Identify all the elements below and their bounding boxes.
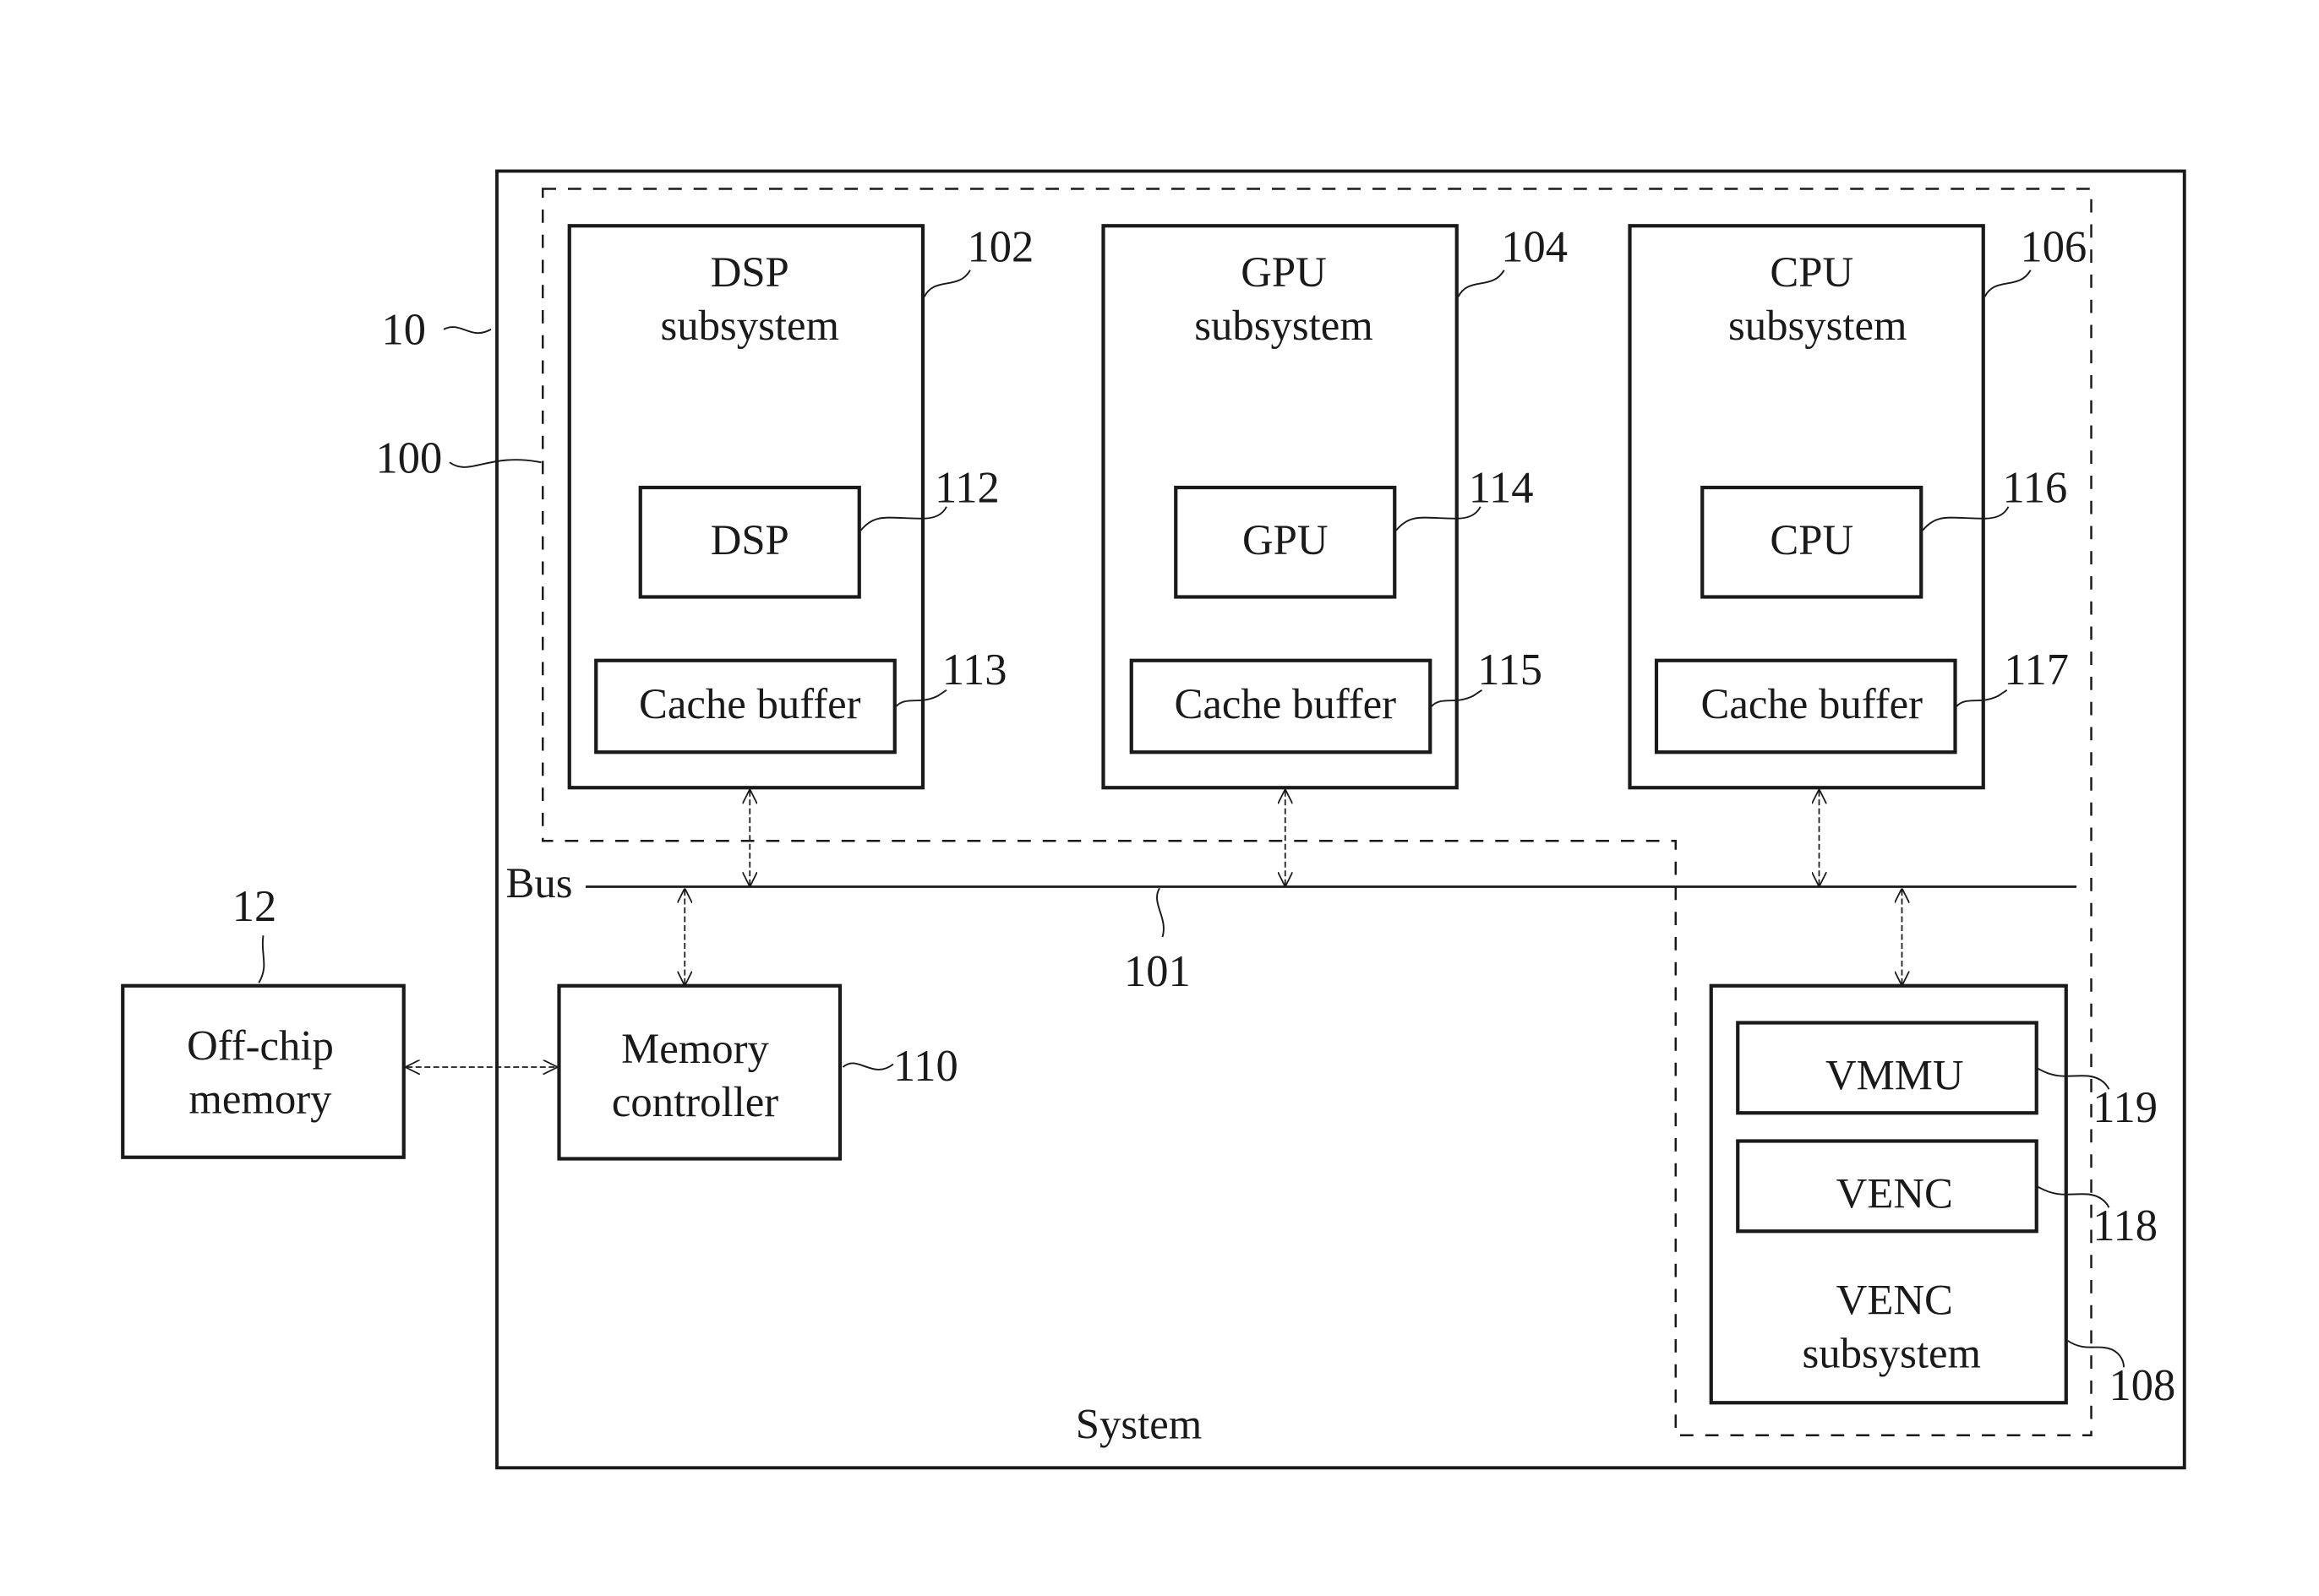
vmmu-label: VMMU [1825, 1051, 1964, 1098]
bus-ref-leader [1156, 887, 1165, 938]
memory-controller-line2: controller [612, 1078, 778, 1125]
cpu-subsystem-title: CPU [1770, 248, 1853, 296]
dsp-subsystem-ref-leader [923, 270, 971, 297]
cpu-subsystem-ref: 106 [2021, 222, 2087, 271]
cluster-ref: 100 [376, 434, 443, 483]
dsp-subsystem-ref: 102 [968, 222, 1034, 271]
memory-controller-ref-leader [842, 1062, 894, 1070]
memory-controller-box [557, 983, 843, 1161]
bus-ref: 101 [1124, 947, 1191, 996]
cpu-cache-label: Cache buffer [1700, 680, 1923, 727]
dsp-core-ref: 112 [935, 464, 1000, 513]
venc-subsystem-subtitle: subsystem [1803, 1329, 1981, 1376]
off-chip-memory-line2: memory [188, 1075, 332, 1122]
dsp-core-label: DSP [711, 516, 789, 564]
gpu-subsystem-subtitle: subsystem [1194, 302, 1372, 349]
memory-controller: Memory controller 110 [557, 890, 958, 1161]
off-chip-memory-box [121, 983, 406, 1159]
vmmu-ref: 119 [2093, 1083, 2158, 1132]
cpu-subsystem-ref-leader [1983, 270, 2032, 297]
dsp-subsystem-title: DSP [711, 248, 789, 296]
venc-subsystem-ref: 108 [2109, 1361, 2176, 1410]
gpu-cache-label: Cache buffer [1174, 680, 1396, 727]
memory-controller-line1: Memory [621, 1025, 769, 1072]
bus-label: Bus [506, 859, 573, 907]
gpu-subsystem-ref-leader [1457, 270, 1505, 297]
venc-subsystem-title: VENC [1836, 1276, 1953, 1323]
gpu-subsystem: GPU subsystem 104 GPU 114 Cache buffer 1… [1101, 222, 1568, 885]
block-diagram: System 10 100 Bus 101 DSP subsystem 102 … [121, 169, 2186, 1470]
system-ref-leader [443, 326, 492, 335]
off-chip-memory-ref-leader [258, 935, 265, 983]
dsp-cache-label: Cache buffer [639, 680, 861, 727]
venc-ref: 118 [2093, 1201, 2158, 1250]
gpu-subsystem-ref: 104 [1501, 222, 1568, 271]
system-label: System [1076, 1400, 1202, 1447]
cpu-subsystem: CPU subsystem 106 CPU 116 Cache buffer 1… [1628, 222, 2087, 885]
off-chip-memory-ref: 12 [232, 882, 277, 931]
gpu-cache-ref: 115 [1477, 645, 1542, 695]
dsp-subsystem: DSP subsystem 102 DSP 112 Cache buffer 1… [567, 222, 1034, 885]
dsp-subsystem-subtitle: subsystem [661, 302, 839, 349]
off-chip-memory: Off-chip memory 12 [121, 882, 556, 1159]
memory-controller-ref: 110 [893, 1042, 958, 1091]
venc-subsystem: VMMU 119 VENC 118 VENC subsystem 108 [1709, 890, 2176, 1410]
dsp-cache-ref: 113 [942, 645, 1007, 695]
cpu-core-label: CPU [1770, 516, 1853, 564]
cpu-subsystem-subtitle: subsystem [1728, 302, 1907, 349]
cpu-core-ref: 116 [2003, 464, 2068, 513]
gpu-core-ref: 114 [1469, 464, 1534, 513]
gpu-subsystem-title: GPU [1241, 248, 1327, 296]
venc-label: VENC [1836, 1169, 1953, 1217]
system-ref: 10 [382, 305, 427, 354]
cpu-cache-ref: 117 [2004, 645, 2069, 695]
off-chip-memory-line1: Off-chip [187, 1021, 334, 1069]
gpu-core-label: GPU [1242, 516, 1329, 564]
